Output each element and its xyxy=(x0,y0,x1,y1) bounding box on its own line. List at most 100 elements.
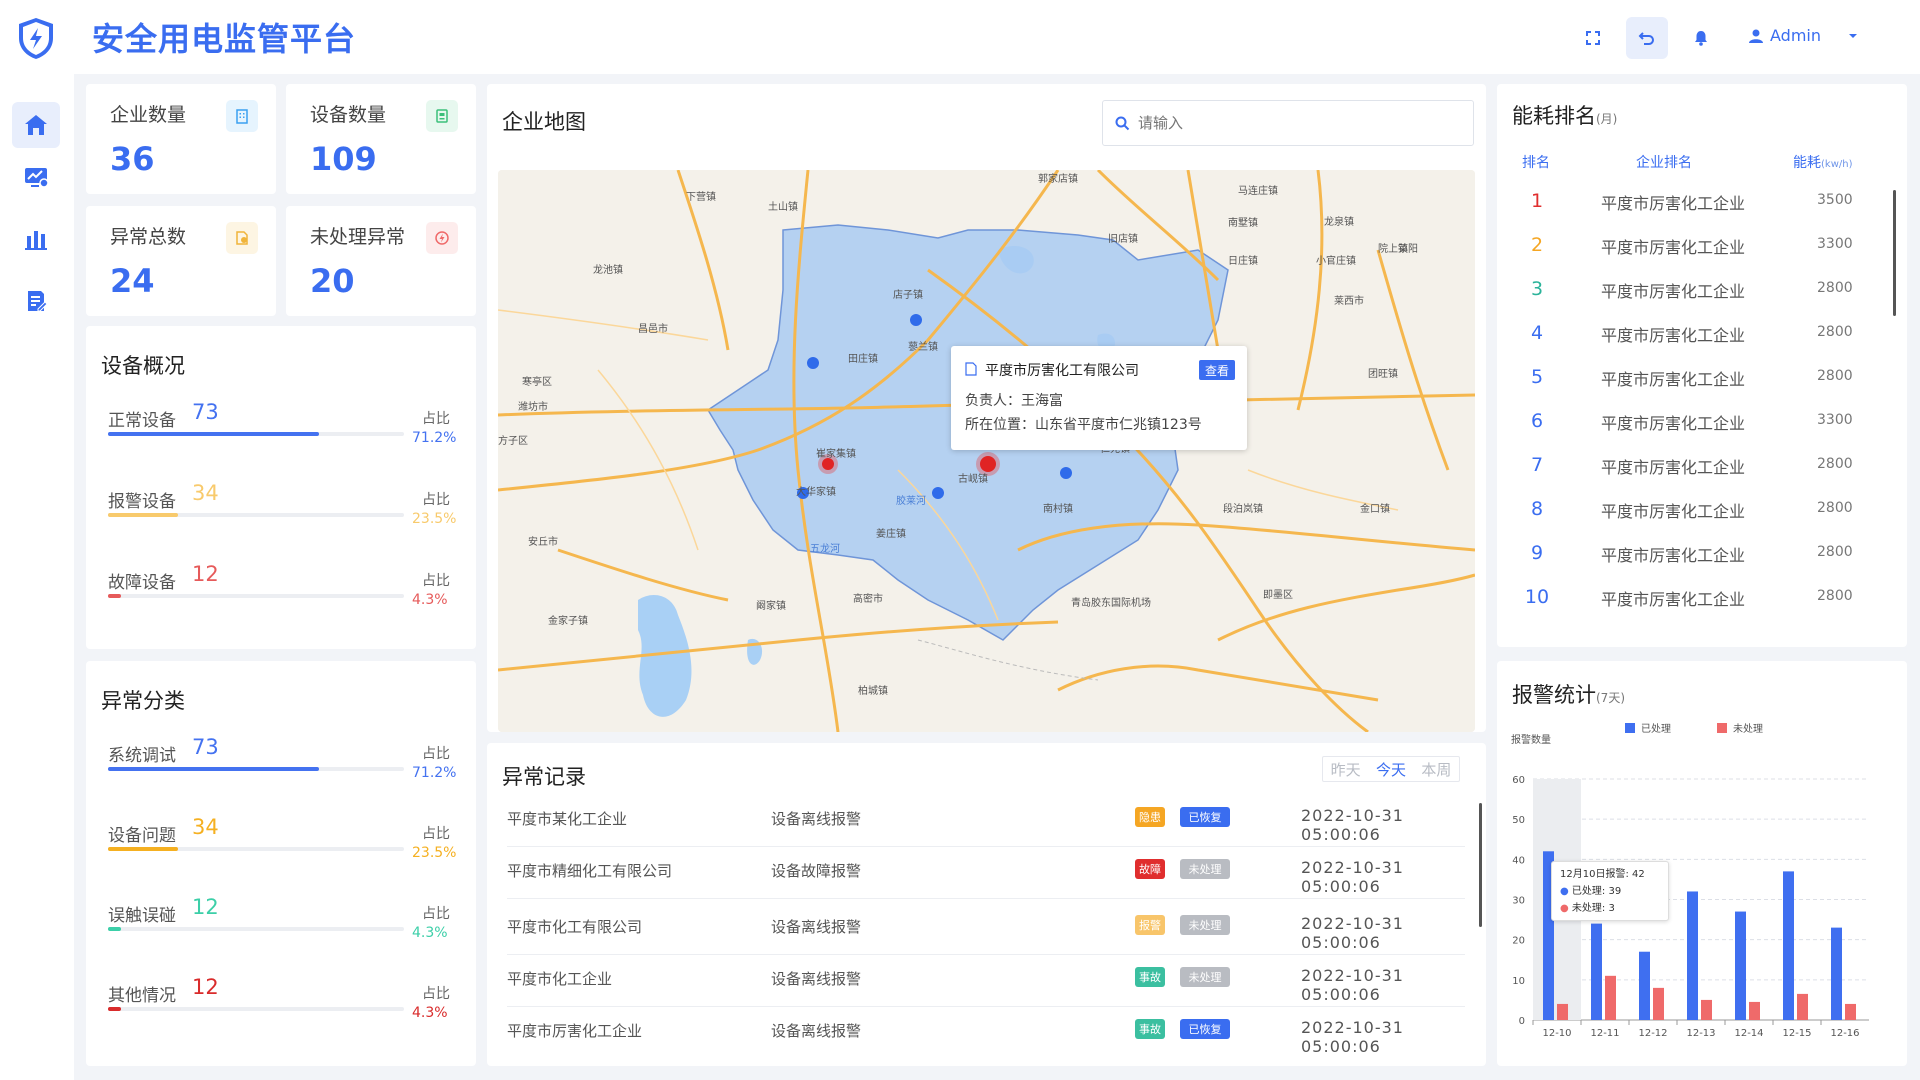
ratio-label: 占比 xyxy=(422,492,450,508)
ranking-row[interactable]: 9 平度市厉害化工企业 2800 xyxy=(1497,536,1865,580)
tab-week[interactable]: 本周 xyxy=(1421,759,1451,780)
ranking-scrollbar[interactable] xyxy=(1893,190,1896,316)
map-place-label: 金家子镇 xyxy=(548,616,588,627)
rank-company: 平度市厉害化工企业 xyxy=(1601,194,1746,213)
bar-unhandled[interactable] xyxy=(1845,1003,1856,1020)
tooltip-line: ● 未处理: 3 xyxy=(1560,903,1615,914)
map-place-label: 寒亭区 xyxy=(522,377,552,388)
map-search-input[interactable] xyxy=(1138,114,1458,132)
ranking-row[interactable]: 10 平度市厉害化工企业 2800 xyxy=(1497,580,1865,624)
bar-unhandled[interactable] xyxy=(1701,999,1712,1020)
records-scrollbar[interactable] xyxy=(1479,803,1482,927)
rank-number: 4 xyxy=(1530,322,1544,344)
ranking-row[interactable]: 7 平度市厉害化工企业 2800 xyxy=(1497,448,1865,492)
row-name: 误触误碰 xyxy=(108,906,176,926)
stat-label: 未处理异常 xyxy=(310,226,406,248)
rank-number: 7 xyxy=(1530,454,1544,476)
map-marker[interactable] xyxy=(932,487,944,499)
map-place-label: 即墨区 xyxy=(1263,590,1293,601)
nav-records[interactable] xyxy=(12,278,60,324)
progress-fill xyxy=(108,927,121,931)
ranking-row[interactable]: 2 平度市厉害化工企业 3300 xyxy=(1497,228,1865,272)
map-marker[interactable] xyxy=(1060,467,1072,479)
map-search-box[interactable] xyxy=(1102,100,1474,146)
map-place-label: 小官庄镇 xyxy=(1316,256,1356,267)
ranking-header-energy: 能耗(kw/h) xyxy=(1793,155,1853,171)
record-event: 设备离线报警 xyxy=(771,1022,862,1040)
tooltip-title: 12月10日报警: 42 xyxy=(1560,869,1645,880)
row-name: 正常设备 xyxy=(108,411,176,431)
progress-bar xyxy=(108,594,404,598)
top-header: 安全用电监管平台 Admin xyxy=(0,0,1920,74)
x-tick-label: 12-12 xyxy=(1638,1028,1667,1039)
bar-unhandled[interactable] xyxy=(1605,975,1616,1020)
bar-unhandled[interactable] xyxy=(1653,987,1664,1020)
row-value: 73 xyxy=(192,735,219,759)
document-edit-icon xyxy=(28,291,48,312)
rank-number: 3 xyxy=(1530,278,1544,300)
record-row[interactable]: 平度市精细化工有限公司 设备故障报警 故障 未处理 2022-10-31 05:00:0… xyxy=(507,847,1465,899)
back-button[interactable] xyxy=(1626,17,1668,59)
popup-view-button[interactable]: 查看 xyxy=(1199,360,1235,380)
anomaly-records-card: 异常记录 昨天 今天 本周 平度市某化工企业 设备离线报警 隐患 已恢复 2022-10… xyxy=(487,743,1486,1066)
map-marker[interactable] xyxy=(807,357,819,369)
rank-company: 平度市厉害化工企业 xyxy=(1601,414,1746,433)
tab-today[interactable]: 今天 xyxy=(1376,759,1406,780)
row-name: 其他情况 xyxy=(108,986,176,1006)
map-place-label: 土山镇 xyxy=(768,202,798,213)
ranking-title: 能耗排名(月) xyxy=(1512,104,1618,128)
record-time: 2022-10-31 05:00:06 xyxy=(1301,1018,1404,1056)
map-place-label: 崔家集镇 xyxy=(816,449,856,460)
map-place-label: 店子镇 xyxy=(893,290,923,301)
rank-company: 平度市厉害化工企业 xyxy=(1601,238,1746,257)
ranking-row[interactable]: 5 平度市厉害化工企业 2800 xyxy=(1497,360,1865,404)
bar-unhandled[interactable] xyxy=(1557,1003,1568,1020)
ranking-row[interactable]: 8 平度市厉害化工企业 2800 xyxy=(1497,492,1865,536)
ranking-row[interactable]: 3 平度市厉害化工企业 2800 xyxy=(1497,272,1865,316)
row-name: 设备问题 xyxy=(108,826,176,846)
bar-handled[interactable] xyxy=(1639,951,1650,1020)
ranking-row[interactable]: 1 平度市厉害化工企业 3500 xyxy=(1497,184,1865,228)
record-row[interactable]: 平度市化工有限公司 设备离线报警 报警 未处理 2022-10-31 05:00:06 xyxy=(507,903,1465,955)
bar-handled[interactable] xyxy=(1591,923,1602,1020)
device-overview-card: 设备概况 正常设备 73 占比 71.2% 报警设备 34 占比 23.5% 故障设备 12 占比 4… xyxy=(86,326,476,649)
bar-handled[interactable] xyxy=(1735,911,1746,1020)
rank-number: 10 xyxy=(1524,586,1550,608)
rank-value: 2800 xyxy=(1817,280,1853,296)
tab-yesterday[interactable]: 昨天 xyxy=(1331,759,1361,780)
bell-icon xyxy=(1695,31,1707,46)
x-tick-label: 12-16 xyxy=(1830,1028,1859,1039)
ratio-value: 4.3% xyxy=(412,925,448,941)
bar-handled[interactable] xyxy=(1687,891,1698,1020)
rank-value: 2800 xyxy=(1817,456,1853,472)
document-icon xyxy=(965,362,977,376)
nav-home[interactable] xyxy=(12,102,60,148)
nav-monitor[interactable] xyxy=(12,154,60,200)
map-marker[interactable] xyxy=(910,314,922,326)
progress-fill xyxy=(108,513,178,517)
bar-unhandled[interactable] xyxy=(1797,993,1808,1020)
ratio-label: 占比 xyxy=(422,746,450,762)
progress-bar xyxy=(108,927,404,931)
record-type-tag: 事故 xyxy=(1135,1019,1165,1039)
user-menu[interactable]: Admin xyxy=(1748,26,1859,45)
ranking-row[interactable]: 6 平度市厉害化工企业 3300 xyxy=(1497,404,1865,448)
ratio-label: 占比 xyxy=(422,906,450,922)
ranking-row[interactable]: 4 平度市厉害化工企业 2800 xyxy=(1497,316,1865,360)
popup-company: 平度市厉害化工有限公司 xyxy=(985,363,1139,379)
record-row[interactable]: 平度市某化工企业 设备离线报警 隐患 已恢复 2022-10-31 05:00:06 xyxy=(507,795,1465,847)
location-label: 所在位置： xyxy=(965,417,1035,433)
fullscreen-button[interactable] xyxy=(1572,17,1614,59)
record-row[interactable]: 平度市化工企业 设备离线报警 事故 未处理 2022-10-31 05:00:06 xyxy=(507,955,1465,1007)
notification-button[interactable] xyxy=(1680,17,1722,59)
bar-handled[interactable] xyxy=(1783,871,1794,1020)
progress-fill xyxy=(108,432,319,436)
record-row[interactable]: 平度市厉害化工企业 设备离线报警 事故 已恢复 2022-10-31 05:00:06 xyxy=(507,1007,1465,1059)
bar-unhandled[interactable] xyxy=(1749,1001,1760,1020)
rank-number: 8 xyxy=(1530,498,1544,520)
rank-company: 平度市厉害化工企业 xyxy=(1601,370,1746,389)
ratio-label: 占比 xyxy=(422,573,450,589)
bar-handled[interactable] xyxy=(1831,927,1842,1020)
nav-statistics[interactable] xyxy=(12,216,60,262)
enterprise-map[interactable]: 下营镇 土山镇 郭家店镇 马连庄镇 龙池镇 蓼兰镇 店子镇 南墅镇 旧店镇 昌邑市 寒亭区 潍坊市 方子… xyxy=(498,170,1475,732)
